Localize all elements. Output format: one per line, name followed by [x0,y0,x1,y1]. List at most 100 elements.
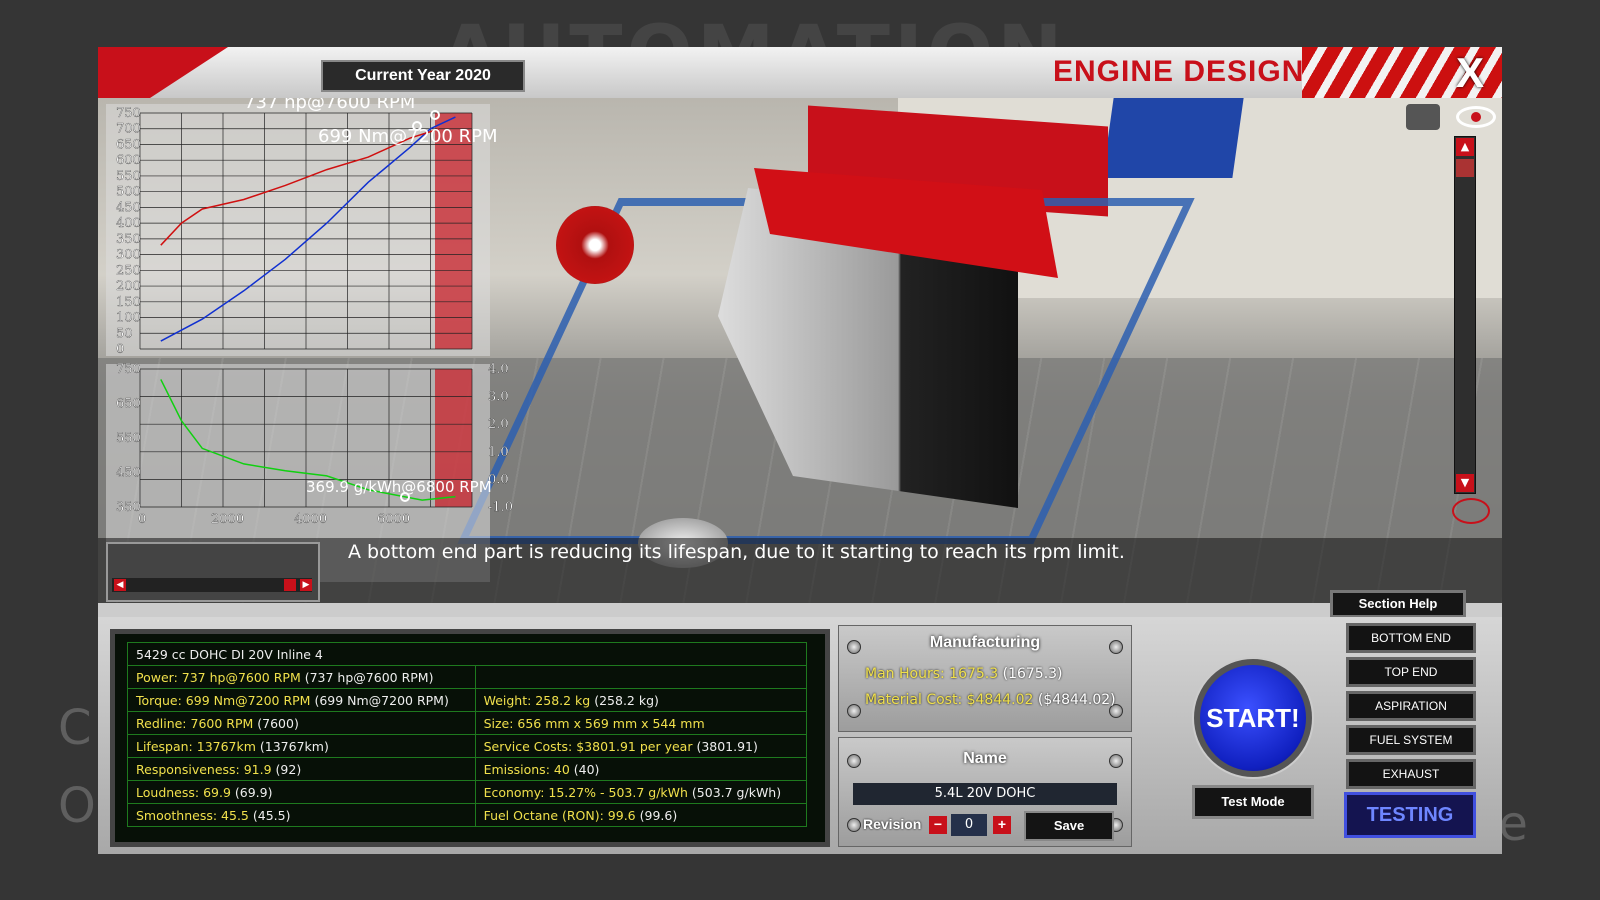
scroll-down-button[interactable]: ▼ [1456,474,1474,492]
y-tick-label: 550 [116,431,141,446]
engine-name-field[interactable]: 5.4L 20V DOHC [853,783,1117,805]
stat-label: Redline: 7600 RPM [136,715,254,731]
y-tick-label: 750 [116,362,141,377]
view-scrollbar[interactable]: ▲ ▼ [1454,136,1476,494]
section-fuel-system[interactable]: FUEL SYSTEM [1346,725,1476,755]
stat-label: Service Costs: $3801.91 per year [483,738,693,754]
graphs: 7507006506005505004504003503002502001501… [116,98,513,527]
stat-label: Emissions: 40 [483,761,570,777]
message-bar: ◀ ▶ A bottom end part is reducing its li… [98,538,1502,603]
y-tick-label: 450 [116,466,141,481]
bolt-icon [847,818,861,832]
engine-design-window: Current Year 2020 ENGINE DESIGN X 750 700… [98,47,1502,854]
scroll-up-button[interactable]: ▲ [1456,138,1474,156]
stat-cell: Torque: 699 Nm@7200 RPM (699 Nm@7200 RPM… [127,688,476,712]
section-testing[interactable]: TESTING [1344,792,1476,838]
x-tick-label: 2000 [211,512,244,527]
stat-value: (737 hp@7600 RPM) [300,669,434,685]
y-tick-label: 200 [116,279,141,294]
header-bar: Current Year 2020 ENGINE DESIGN X [98,47,1502,98]
revision-decrement-button[interactable]: − [929,816,947,834]
current-year-label: Current Year 2020 [321,60,525,92]
torque-peak-label: 699 Nm@7200 RPM [318,126,498,147]
y-tick-label: 0 [116,342,124,357]
stat-cell: Fuel Octane (RON): 99.6 (99.6) [474,803,808,827]
close-button[interactable]: X [1456,49,1484,97]
y-tick-label: 400 [116,216,141,231]
stat-label: Lifespan: 13767km [136,738,256,754]
section-aspiration[interactable]: ASPIRATION [1346,691,1476,721]
y-tick-label: 300 [116,248,141,263]
stat-value: (3801.91) [692,738,758,754]
stat-label: Torque: 699 Nm@7200 RPM [136,692,311,708]
y-tick-label: 250 [116,263,141,278]
slider-right-button[interactable]: ▶ [300,579,312,591]
stat-cell: Redline: 7600 RPM (7600) [127,711,476,735]
y-tick-label: 100 [116,311,141,326]
background-text: C [58,700,92,756]
camera-icon[interactable] [1406,104,1440,130]
horizontal-slider[interactable]: ◀ ▶ [106,542,320,602]
manufacturing-title: Manufacturing [929,634,1041,651]
slider-thumb[interactable] [284,579,296,591]
stat-label: Fuel Octane (RON): 99.6 [483,807,636,823]
y-tick-label: 650 [116,397,141,412]
y-tick-label: 450 [116,200,141,215]
bolt-icon [847,640,861,654]
y-tick-label: 600 [116,153,141,168]
stat-label: Power: 737 hp@7600 RPM [136,669,301,685]
stat-cell: Lifespan: 13767km (13767km) [127,734,476,758]
scrollbar-thumb[interactable] [1456,159,1474,177]
stat-label: Economy: 15.27% - 503.7 g/kWh [483,784,688,800]
manufacturing-panel: Manufacturing Man Hours: 1675.3 (1675.3)… [838,625,1132,732]
slider-track[interactable] [112,578,312,592]
engine-3d-view[interactable]: 750 700 650 600 550 500 450 400 350 300 250 200 150 1… [98,98,1502,603]
man-hours: Man Hours: 1675.3 (1675.3) [865,666,1063,682]
eye-icon[interactable] [1456,106,1496,128]
stat-cell [474,665,808,689]
stat-label: Loudness: 69.9 [136,784,231,800]
engine-summary: 5429 cc DOHC DI 20V Inline 4 [127,642,807,666]
test-mode-button[interactable]: Test Mode [1192,785,1314,819]
y2-tick-label: 1.0 [488,445,509,460]
slider-left-button[interactable]: ◀ [114,579,126,591]
stat-cell: Economy: 15.27% - 503.7 g/kWh (503.7 g/k… [474,780,808,804]
stat-cell: Smoothness: 45.5 (45.5) [127,803,476,827]
bsfc-min-label: 369.9 g/kWh@6800 RPM [306,478,492,496]
stats-table: 5429 cc DOHC DI 20V Inline 4 Power: 737 … [127,642,808,827]
stat-cell: Emissions: 40 (40) [474,757,808,781]
page-title: ENGINE DESIGN [1053,55,1305,88]
x-tick-label: 0 [138,512,146,527]
save-button[interactable]: Save [1024,811,1114,841]
section-exhaust[interactable]: EXHAUST [1346,759,1476,789]
section-top-end[interactable]: TOP END [1346,657,1476,687]
y-tick-label: 500 [116,185,141,200]
stat-value: (40) [569,761,600,777]
stat-cell: Responsiveness: 91.9 (92) [127,757,476,781]
start-button[interactable]: START! [1194,659,1312,777]
revision-increment-button[interactable]: + [993,816,1011,834]
stats-row: Responsiveness: 91.9 (92) Emissions: 40 (… [127,757,808,781]
y2-tick-label: -1.0 [488,500,513,515]
stats-row: Torque: 699 Nm@7200 RPM (699 Nm@7200 RPM… [127,688,808,712]
stats-row: Smoothness: 45.5 (45.5) Fuel Octane (RON)… [127,803,808,827]
power-grid [139,112,473,350]
stat-cell: Power: 737 hp@7600 RPM (737 hp@7600 RPM) [127,665,476,689]
blue-shelf [1102,98,1244,178]
power-peak-label: 737 hp@7600 RPM [244,98,415,113]
y-tick-label: 350 [116,232,141,247]
section-help-button[interactable]: Section Help [1330,590,1466,618]
bolt-icon [1109,754,1123,768]
y-tick-label: 150 [116,295,141,310]
stat-cell: Loudness: 69.9 (69.9) [127,780,476,804]
status-message: A bottom end part is reducing its lifesp… [348,541,1125,563]
y2-tick-label: 3.0 [488,390,509,405]
section-bottom-end[interactable]: BOTTOM END [1346,623,1476,653]
engine-stats-panel: 5429 cc DOHC DI 20V Inline 4 Power: 737 … [110,629,830,847]
bolt-icon [1109,640,1123,654]
stats-row: Redline: 7600 RPM (7600) Size: 656 mm x 5… [127,711,808,735]
revision-value: 0 [951,814,987,836]
y-tick-label: 700 [116,122,141,137]
hide-view-icon[interactable] [1452,498,1490,524]
x-tick-label: 6000 [377,512,410,527]
